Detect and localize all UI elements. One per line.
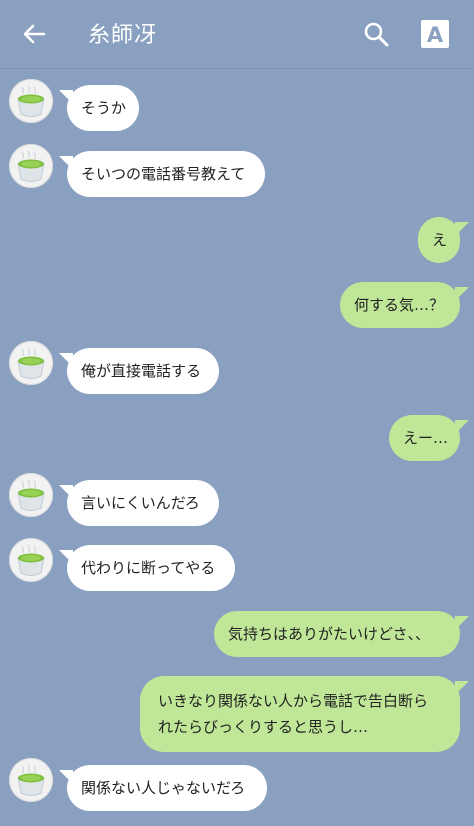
avatar[interactable]	[9, 538, 53, 582]
message-bubble-incoming: 代わりに断ってやる	[67, 545, 235, 591]
message-bubble-outgoing: 何する気…？	[340, 282, 460, 328]
matcha-cup-icon	[17, 479, 45, 511]
avatar[interactable]	[9, 341, 53, 385]
message-bubble-outgoing: えー…	[389, 415, 460, 461]
avatar[interactable]	[9, 79, 53, 123]
message-bubble-outgoing: いきなり関係ない人から電話で告白断られたらびっくりすると思うし…	[140, 676, 460, 752]
avatar[interactable]	[9, 473, 53, 517]
avatar[interactable]	[9, 758, 53, 802]
search-icon[interactable]	[362, 20, 390, 48]
matcha-cup-icon	[17, 544, 45, 576]
matcha-cup-icon	[17, 85, 45, 117]
avatar[interactable]	[9, 144, 53, 188]
message-bubble-outgoing: 気持ちはありがたいけどさ、、	[214, 611, 460, 657]
message-bubble-incoming: 関係ない人じゃないだろ	[67, 765, 267, 811]
arrow-left-icon[interactable]	[20, 20, 48, 48]
matcha-cup-icon	[17, 150, 45, 182]
message-bubble-outgoing: え	[418, 217, 460, 263]
message-bubble-incoming: 言いにくいんだろ	[67, 480, 219, 526]
font-size-button[interactable]: A	[421, 20, 449, 48]
chat-title: 糸師冴	[88, 23, 158, 48]
matcha-cup-icon	[17, 347, 45, 379]
message-bubble-incoming: そいつの電話番号教えて	[67, 151, 265, 197]
matcha-cup-icon	[17, 764, 45, 796]
message-bubble-incoming: 俺が直接電話する	[67, 348, 219, 394]
message-bubble-incoming: そうか	[67, 85, 139, 131]
chat-header: 糸師冴 A	[0, 0, 474, 69]
